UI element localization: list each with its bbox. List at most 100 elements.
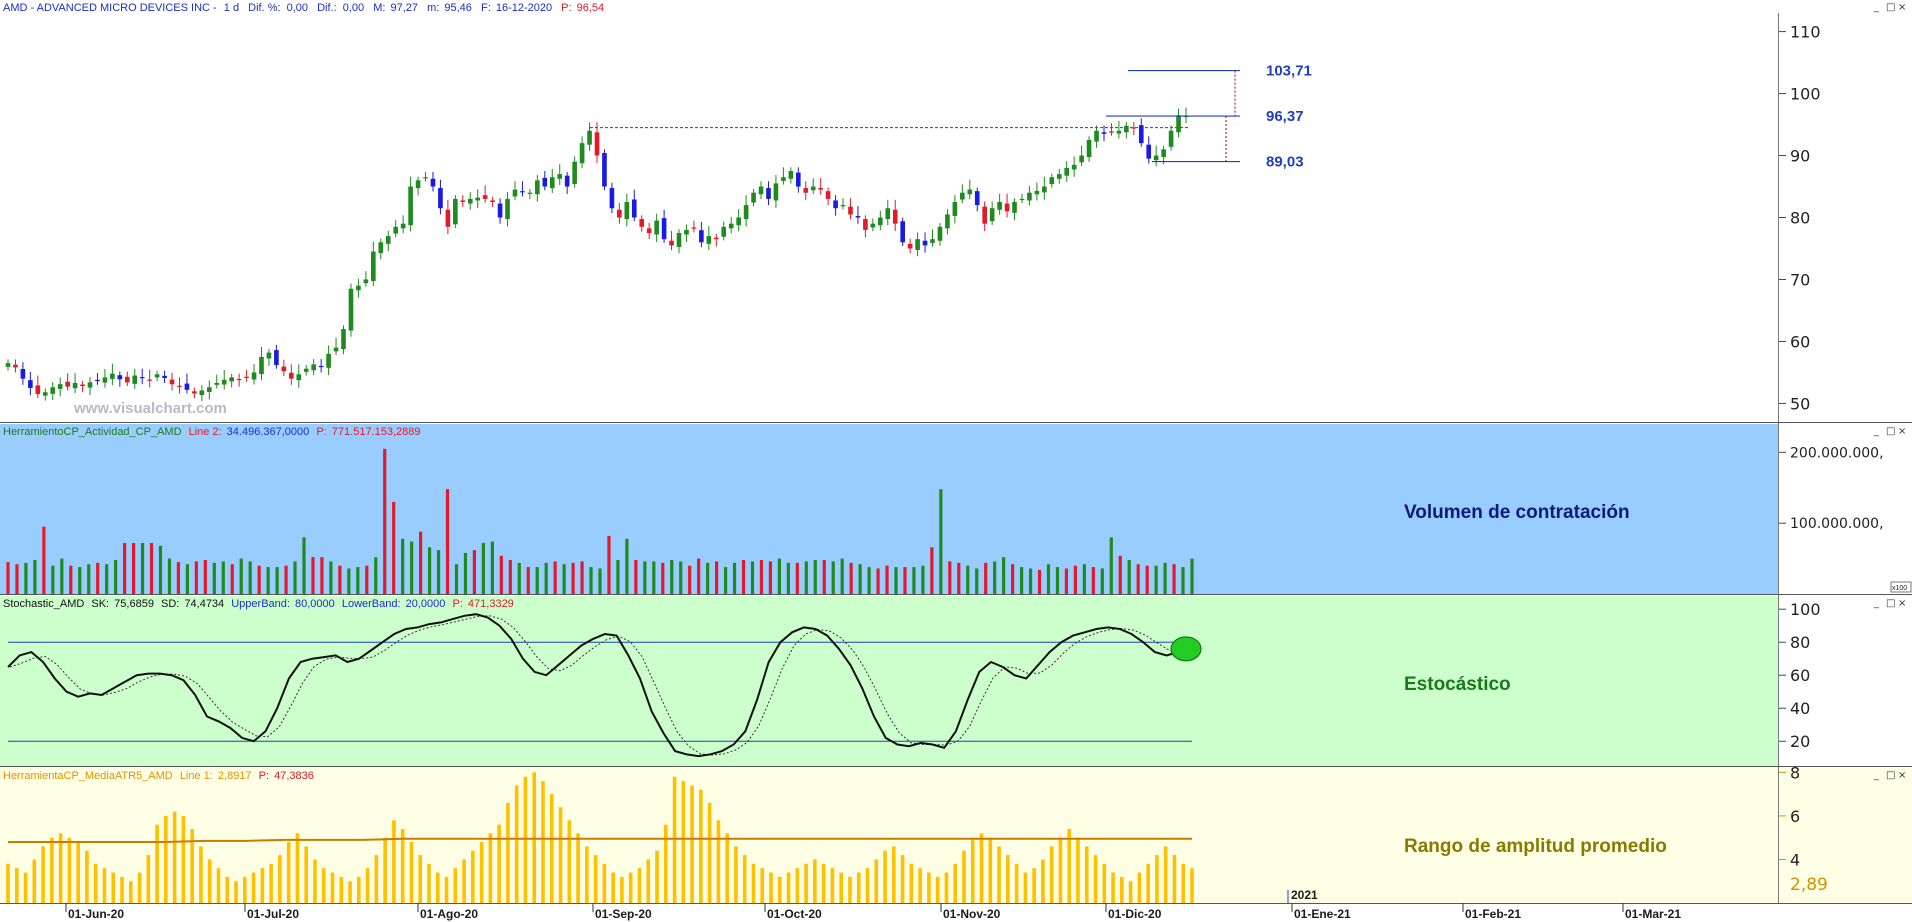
candle-body bbox=[110, 373, 115, 379]
volume-bar bbox=[15, 564, 19, 594]
volume-bar bbox=[634, 560, 638, 594]
atr-bar bbox=[1181, 863, 1186, 903]
candle-body bbox=[1042, 186, 1047, 193]
x-tick-label: 01-Jun-20 bbox=[68, 907, 124, 921]
atr-bar bbox=[602, 863, 607, 903]
atr-panel-title: Rango de amplitud promedio bbox=[1404, 836, 1667, 857]
volume-bar bbox=[96, 562, 100, 594]
atr-last-value: 2,89 bbox=[1790, 875, 1828, 895]
atr-bar bbox=[514, 785, 519, 903]
volume-bar bbox=[1100, 568, 1104, 594]
candle-body bbox=[169, 379, 175, 385]
price-ytick-label: 50 bbox=[1790, 394, 1810, 413]
volume-bar bbox=[553, 561, 557, 594]
chart-header: AMD - ADVANCED MICRO DEVICES INC - 1 d D… bbox=[3, 2, 604, 14]
atr-bar bbox=[646, 859, 651, 903]
x-tick-label: 01-Ago-20 bbox=[420, 907, 478, 921]
volume-bar bbox=[114, 560, 118, 594]
candle-body bbox=[147, 379, 152, 381]
volume-bar bbox=[1037, 569, 1042, 594]
close-icon[interactable]: × bbox=[1898, 770, 1906, 781]
stoch-ytick-label: 60 bbox=[1790, 666, 1810, 685]
volume-window-controls[interactable]: _ □ × bbox=[1873, 426, 1906, 437]
candle-body bbox=[72, 382, 78, 389]
atr-bar bbox=[1006, 855, 1010, 903]
atr-bar bbox=[839, 872, 843, 903]
candle-body bbox=[587, 130, 592, 145]
atr-bar bbox=[155, 824, 159, 903]
atr-bar bbox=[234, 881, 238, 903]
maximize-icon[interactable]: □ bbox=[1886, 770, 1895, 781]
volume-bar bbox=[813, 560, 817, 594]
close-icon[interactable]: × bbox=[1898, 426, 1906, 437]
volume-bar bbox=[1046, 564, 1051, 594]
atr-bar bbox=[278, 855, 282, 903]
volume-bar bbox=[849, 562, 853, 594]
minimize-icon[interactable]: _ bbox=[1873, 2, 1880, 13]
volume-bar bbox=[356, 567, 360, 594]
candle-body bbox=[1027, 192, 1032, 201]
atr-p-label: P: bbox=[259, 770, 269, 782]
volume-p-value: 771.517.153,2889 bbox=[332, 426, 421, 438]
candle-body bbox=[42, 392, 48, 396]
atr-bar bbox=[392, 820, 396, 903]
atr-bar bbox=[1137, 872, 1142, 903]
candle-body bbox=[825, 191, 831, 199]
candle-body bbox=[251, 372, 257, 380]
header-dif-pct-label: Dif. %: bbox=[248, 2, 280, 14]
volume-bar bbox=[392, 501, 396, 594]
volume-bar bbox=[840, 558, 844, 594]
atr-bar bbox=[979, 833, 984, 903]
minimize-icon[interactable]: _ bbox=[1873, 598, 1880, 609]
price-ytick-label: 90 bbox=[1790, 147, 1810, 166]
candle-body bbox=[236, 378, 242, 381]
atr-bar bbox=[199, 846, 203, 903]
maximize-icon[interactable]: □ bbox=[1886, 2, 1895, 13]
price-window-controls[interactable]: _ □ × bbox=[1873, 2, 1906, 13]
stoch-ytick-label: 100 bbox=[1790, 600, 1821, 619]
volume-bar bbox=[239, 558, 243, 594]
minimize-icon[interactable]: _ bbox=[1873, 770, 1880, 781]
close-icon[interactable]: × bbox=[1898, 598, 1906, 609]
candle-body bbox=[997, 202, 1002, 210]
atr-bar bbox=[102, 868, 107, 903]
atr-bar bbox=[681, 781, 686, 903]
candle-body bbox=[393, 226, 399, 234]
x-tick-label: 01-Ene-21 bbox=[1294, 907, 1351, 921]
atr-bar bbox=[444, 876, 449, 903]
minimize-icon[interactable]: _ bbox=[1873, 426, 1880, 437]
volume-bar bbox=[320, 557, 324, 594]
maximize-icon[interactable]: □ bbox=[1886, 598, 1895, 609]
candle-body bbox=[326, 353, 331, 368]
candle-body bbox=[1012, 202, 1017, 213]
atr-window-controls[interactable]: _ □ × bbox=[1873, 770, 1906, 781]
atr-bar bbox=[243, 876, 247, 903]
atr-bar bbox=[479, 842, 484, 903]
volume-bar bbox=[1127, 560, 1131, 594]
candle-body bbox=[57, 384, 63, 389]
candle-body bbox=[736, 217, 741, 226]
atr-bar bbox=[699, 789, 703, 903]
volume-bar bbox=[167, 558, 172, 594]
atr-bar bbox=[471, 850, 475, 903]
atr-bar bbox=[523, 776, 528, 903]
volume-bar bbox=[149, 543, 154, 594]
atr-bar bbox=[918, 868, 922, 903]
volume-bar bbox=[768, 561, 773, 594]
volume-bar bbox=[293, 561, 297, 594]
maximize-icon[interactable]: □ bbox=[1886, 426, 1895, 437]
candle-body bbox=[430, 178, 436, 187]
close-icon[interactable]: × bbox=[1898, 2, 1906, 13]
atr-bar bbox=[164, 815, 168, 903]
atr-bar bbox=[111, 872, 116, 903]
stoch-window-controls[interactable]: _ □ × bbox=[1873, 598, 1906, 609]
candle-body bbox=[684, 229, 689, 235]
candle-body bbox=[1161, 149, 1166, 158]
atr-bar bbox=[848, 876, 852, 903]
atr-bar bbox=[1146, 863, 1150, 903]
atr-bar bbox=[330, 872, 335, 903]
volume-bar bbox=[410, 541, 414, 594]
price-level-label: 89,03 bbox=[1266, 154, 1304, 171]
price-ytick-label: 100 bbox=[1790, 85, 1821, 104]
candle-body bbox=[177, 385, 182, 387]
